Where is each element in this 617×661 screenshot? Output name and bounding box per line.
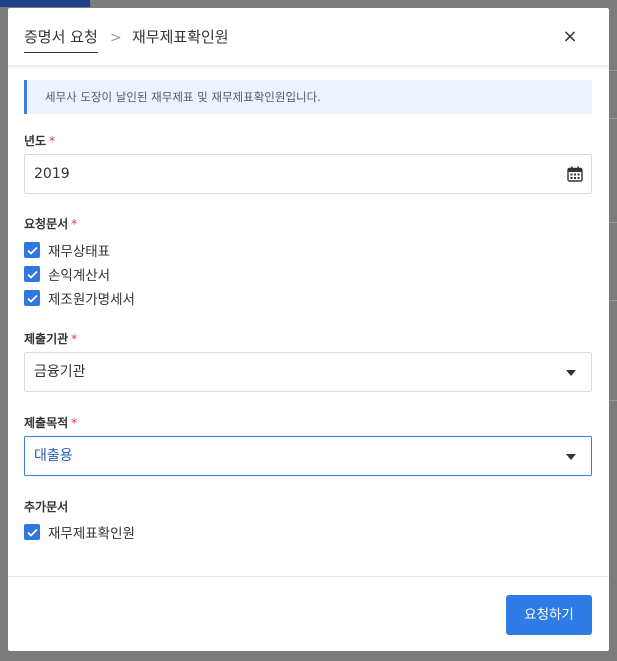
institution-label: 제출기관 * <box>24 330 77 347</box>
checkbox-checked-icon[interactable] <box>24 266 40 282</box>
year-label-text: 년도 <box>24 134 47 148</box>
backdrop-line <box>608 222 617 223</box>
checkbox-checked-icon[interactable] <box>24 524 40 540</box>
info-notice: 세무사 도장이 날인된 재무제표 및 재무제표확인원입니다. <box>24 80 592 114</box>
checkbox-checked-icon[interactable] <box>24 242 40 258</box>
institution-select[interactable]: 금융기관 <box>24 352 592 392</box>
checkbox-label: 손익계산서 <box>48 268 111 284</box>
breadcrumb-parent[interactable]: 증명서 요청 <box>24 27 98 53</box>
header-divider <box>8 66 609 70</box>
request-modal: 증명서 요청 > 재무제표확인원 × 세무사 도장이 날인된 재무제표 및 재무… <box>8 8 609 651</box>
checkbox-balance-sheet[interactable]: 재무상태표 <box>24 240 110 260</box>
purpose-label: 제출목적 * <box>24 414 77 431</box>
checkbox-cost-statement[interactable]: 제조원가명세서 <box>24 288 135 308</box>
breadcrumb-separator-icon: > <box>110 30 122 46</box>
checkbox-label: 재무상태표 <box>48 244 111 260</box>
caret-down-icon <box>566 454 576 460</box>
modal-header: 증명서 요청 > 재무제표확인원 × <box>8 8 609 66</box>
footer-divider <box>8 576 609 577</box>
documents-label-text: 요청문서 <box>24 217 69 231</box>
year-label: 년도 * <box>24 132 55 149</box>
close-button[interactable]: × <box>559 26 581 48</box>
backdrop-line <box>608 300 617 301</box>
backdrop-line <box>608 70 617 71</box>
institution-label-text: 제출기관 <box>24 332 69 346</box>
checkbox-income-statement[interactable]: 손익계산서 <box>24 264 110 284</box>
required-mark: * <box>71 416 78 430</box>
purpose-label-text: 제출목적 <box>24 416 69 430</box>
additional-label: 추가문서 <box>24 498 68 515</box>
checkbox-label: 제조원가명세서 <box>48 292 135 308</box>
required-mark: * <box>49 134 56 148</box>
year-value: 2019 <box>34 166 70 182</box>
checkbox-checked-icon[interactable] <box>24 290 40 306</box>
additional-label-text: 추가문서 <box>24 500 69 514</box>
submit-request-button[interactable]: 요청하기 <box>506 595 592 635</box>
backdrop-accent-bar <box>0 0 90 7</box>
required-mark: * <box>71 217 78 231</box>
year-date-field[interactable]: 2019 <box>24 154 592 194</box>
documents-label: 요청문서 * <box>24 215 77 232</box>
breadcrumb-current: 재무제표확인원 <box>132 28 229 46</box>
required-mark: * <box>71 332 78 346</box>
institution-value: 금융기관 <box>34 364 86 380</box>
calendar-icon[interactable] <box>567 166 583 182</box>
caret-down-icon <box>566 370 576 376</box>
backdrop-line <box>608 400 617 401</box>
checkbox-confirmation[interactable]: 재무제표확인원 <box>24 522 135 542</box>
backdrop-line <box>608 118 617 119</box>
checkbox-label: 재무제표확인원 <box>48 526 135 542</box>
purpose-value: 대출용 <box>34 448 73 464</box>
purpose-select[interactable]: 대출용 <box>24 436 592 476</box>
